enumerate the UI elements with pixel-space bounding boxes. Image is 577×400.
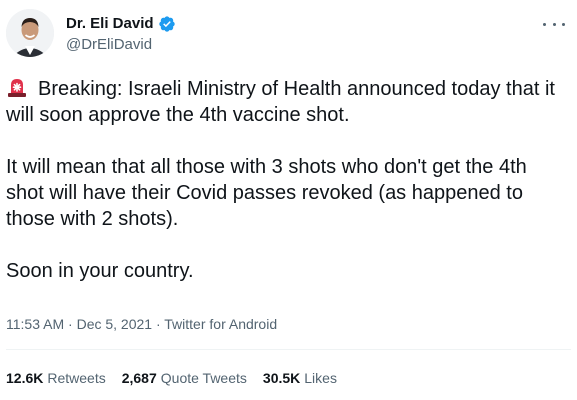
meta-separator: · xyxy=(155,316,161,332)
tweet-date: Dec 5, 2021 xyxy=(76,316,153,332)
likes-stat[interactable]: 30.5K Likes xyxy=(263,370,337,386)
tweet-header: Dr. Eli David @DrEliDavid xyxy=(6,9,571,61)
tweet-paragraph-1: Breaking: Israeli Ministry of Health ann… xyxy=(6,78,555,126)
meta-separator: · xyxy=(68,316,73,332)
tweet-time: 11:53 AM xyxy=(6,316,65,332)
quote-tweets-label: Quote Tweets xyxy=(160,370,247,386)
retweets-label: Retweets xyxy=(47,370,106,386)
user-handle[interactable]: @DrEliDavid xyxy=(66,36,176,54)
more-options-icon[interactable] xyxy=(543,17,565,31)
likes-label: Likes xyxy=(304,370,337,386)
quote-tweets-stat[interactable]: 2,687 Quote Tweets xyxy=(122,370,247,386)
avatar[interactable] xyxy=(6,9,54,57)
tweet-timestamp[interactable]: 11:53 AM · Dec 5, 2021 xyxy=(6,316,152,332)
likes-count: 30.5K xyxy=(262,370,301,386)
verified-badge-icon xyxy=(158,15,176,33)
quote-tweets-count: 2,687 xyxy=(121,370,157,386)
tweet-text: Breaking: Israeli Ministry of Health ann… xyxy=(6,76,566,284)
tweet-stats: 12.6K Retweets 2,687 Quote Tweets 30.5K … xyxy=(6,370,337,386)
tweet-meta: 11:53 AM · Dec 5, 2021 · Twitter for And… xyxy=(6,316,277,332)
tweet-paragraph: Breaking: Israeli Ministry of Health ann… xyxy=(6,76,566,128)
avatar-image xyxy=(6,9,54,57)
siren-icon xyxy=(6,76,28,98)
display-name[interactable]: Dr. Eli David xyxy=(66,15,154,32)
tweet-source-link[interactable]: Twitter for Android xyxy=(164,316,277,332)
name-row: Dr. Eli David xyxy=(66,14,176,33)
tweet-paragraph-2: It will mean that all those with 3 shots… xyxy=(6,156,527,230)
retweets-stat[interactable]: 12.6K Retweets xyxy=(6,370,106,386)
tweet-paragraph-3: Soon in your country. xyxy=(6,260,194,282)
retweets-count: 12.6K xyxy=(6,370,44,386)
divider xyxy=(6,349,571,350)
user-info: Dr. Eli David @DrEliDavid xyxy=(66,14,176,54)
